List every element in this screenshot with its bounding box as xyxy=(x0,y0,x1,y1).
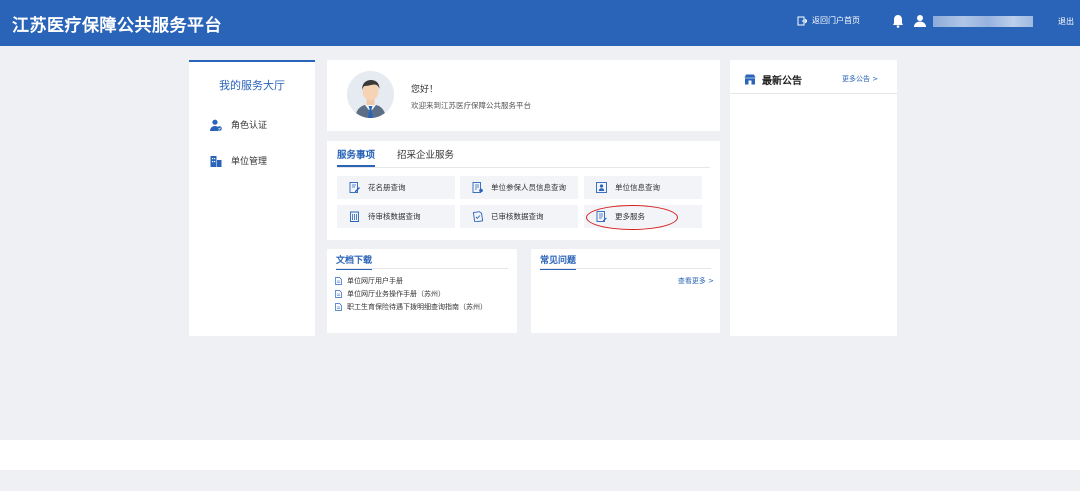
edit-doc-icon xyxy=(349,182,360,193)
list-doc-icon xyxy=(472,182,483,193)
tab-service-items[interactable]: 服务事项 xyxy=(337,147,376,167)
service-label: 花名册查询 xyxy=(368,183,406,192)
sidebar-item-label: 角色认证 xyxy=(231,121,268,131)
notice-title: 最新公告 xyxy=(762,76,802,87)
checked-doc-icon xyxy=(472,211,483,222)
document-icon xyxy=(335,290,342,298)
greeting-text: 您好！ xyxy=(411,85,439,95)
pending-review-query-button[interactable]: 待审核数据查询 xyxy=(337,205,455,228)
doc-item[interactable]: 单位网厅业务操作手册（苏州） xyxy=(335,289,445,299)
docs-divider xyxy=(336,268,508,269)
doc-item-label: 单位网厅用户手册 xyxy=(347,277,403,285)
building-icon xyxy=(210,155,222,167)
sidebar: 我的服务大厅 角色认证 单位管理 xyxy=(189,60,315,336)
roster-query-button[interactable]: 花名册查询 xyxy=(337,176,455,199)
building-column-icon xyxy=(350,211,359,222)
more-services-button[interactable]: 更多服务 xyxy=(584,205,702,228)
sidebar-item-label: 单位管理 xyxy=(231,157,268,167)
reviewed-data-query-button[interactable]: 已审核数据查询 xyxy=(460,205,578,228)
return-portal-label: 返回门户首页 xyxy=(812,16,860,25)
service-label: 待审核数据查询 xyxy=(368,212,421,221)
footer-band xyxy=(0,440,1080,470)
sidebar-title: 我的服务大厅 xyxy=(219,79,285,92)
docs-download-panel: 文档下载 单位网厅用户手册 单位网厅业务操作手册（苏州） 职工生育保险待遇下拨明… xyxy=(327,249,517,333)
more-doc-icon xyxy=(596,211,607,222)
username-masked xyxy=(933,16,1033,27)
doc-item[interactable]: 单位网厅用户手册 xyxy=(335,276,403,286)
doc-item-label: 职工生育保险待遇下拨明细查询指南（苏州） xyxy=(347,303,487,311)
doc-item-label: 单位网厅业务操作手册（苏州） xyxy=(347,290,445,298)
faq-view-more-link[interactable]: 查看更多 > xyxy=(678,276,714,286)
service-label: 单位参保人员信息查询 xyxy=(491,183,566,192)
person-avatar-icon xyxy=(347,71,394,118)
return-portal-link[interactable]: 返回门户首页 xyxy=(797,15,860,26)
unit-info-query-button[interactable]: 单位信息查询 xyxy=(584,176,702,199)
avatar xyxy=(347,71,394,118)
service-label: 更多服务 xyxy=(615,212,645,221)
document-icon xyxy=(335,303,342,311)
services-panel: 服务事项 招采企业服务 花名册查询 单位参保人员信息查询 单位信息查询 待审核数… xyxy=(327,141,720,240)
sidebar-item-unit-management[interactable]: 单位管理 xyxy=(210,154,267,167)
user-icon xyxy=(914,15,926,27)
document-icon xyxy=(335,277,342,285)
platform-title: 江苏医疗保障公共服务平台 xyxy=(12,16,222,36)
service-tabs: 服务事项 招采企业服务 xyxy=(337,147,454,167)
bell-icon[interactable] xyxy=(892,14,904,28)
user-badge-icon xyxy=(210,119,222,131)
top-bar: 江苏医疗保障公共服务平台 返回门户首页 退出 xyxy=(0,0,1080,46)
exit-door-icon xyxy=(797,16,807,25)
logout-button[interactable]: 退出 xyxy=(1058,16,1074,27)
tabs-divider xyxy=(337,167,710,168)
notice-header: 最新公告 xyxy=(744,72,802,87)
welcome-card: 您好！ 欢迎来到江苏医疗保障公共服务平台 xyxy=(327,60,720,131)
welcome-message: 欢迎来到江苏医疗保障公共服务平台 xyxy=(411,101,531,110)
sidebar-item-role-auth[interactable]: 角色认证 xyxy=(210,118,267,131)
insured-staff-query-button[interactable]: 单位参保人员信息查询 xyxy=(460,176,578,199)
tab-procurement-services[interactable]: 招采企业服务 xyxy=(397,147,454,167)
more-notices-link[interactable]: 更多公告 > xyxy=(842,74,878,84)
faq-divider xyxy=(540,268,711,269)
id-card-icon xyxy=(596,182,607,193)
storefront-icon xyxy=(744,74,756,85)
doc-item[interactable]: 职工生育保险待遇下拨明细查询指南（苏州） xyxy=(335,302,487,312)
faq-panel: 常见问题 查看更多 > xyxy=(531,249,720,333)
notice-divider xyxy=(730,93,897,94)
latest-notice-panel: 最新公告 更多公告 > xyxy=(730,60,897,336)
service-label: 已审核数据查询 xyxy=(491,212,544,221)
service-label: 单位信息查询 xyxy=(615,183,660,192)
